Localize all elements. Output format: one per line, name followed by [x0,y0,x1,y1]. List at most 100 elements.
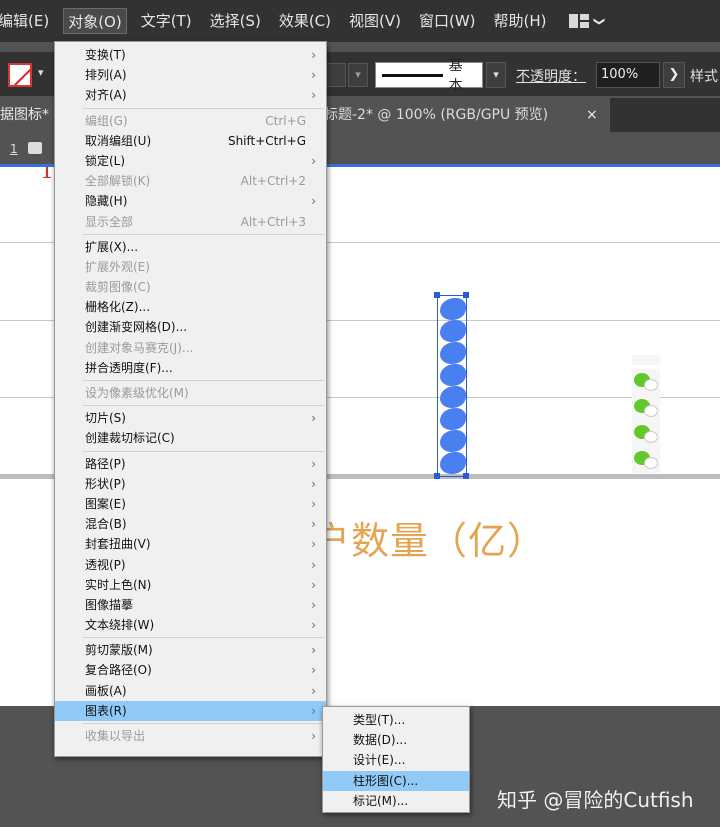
column-design-blob [440,342,466,364]
selection-handle[interactable] [463,473,469,479]
chevron-right-icon: › [311,517,316,532]
menu-item-label: 扩展外观(E) [85,259,150,274]
column-design-blob [440,408,466,430]
chevron-right-icon: › [311,496,316,511]
wechat-icon [632,355,660,365]
object-menu-item[interactable]: 图案(E) › [55,494,326,514]
chevron-right-icon: › [311,537,316,552]
object-menu-item[interactable]: 画板(A) › [55,681,326,701]
menu-separator [83,233,324,235]
chevron-right-icon: › [311,557,316,572]
menu-item-label: 显示全部 [85,214,134,229]
menu-item-label: 路径(P) [85,456,126,471]
object-menu-item[interactable]: 透视(P) › [55,555,326,575]
watermark: 知乎 @冒险的Cutfish [497,788,694,812]
canvas-red-mark: 1 [40,167,54,184]
object-menu-item[interactable]: 路径(P) › [55,454,326,474]
menu-select[interactable]: 选择(S) [206,8,265,34]
chevron-right-icon: › [311,68,316,83]
object-menu-item[interactable]: 图像描摹 › [55,595,326,615]
object-menu-item[interactable]: 切片(S) › [55,408,326,428]
artboard-icon[interactable] [28,142,42,154]
chart-submenu-item[interactable]: 标记(M)... [323,791,469,811]
menu-effect[interactable]: 效果(C) [275,8,335,34]
chevron-down-icon[interactable]: ▾ [38,66,44,79]
object-menu-item[interactable]: 排列(A) › [55,65,326,85]
no-fill-swatch-icon[interactable] [8,63,32,87]
column-design-blob [440,298,466,320]
object-menu-item[interactable]: 创建渐变网格(D)... [55,317,326,337]
object-menu-item[interactable]: 图表(R) › [55,700,326,721]
object-menu-item[interactable]: 混合(B) › [55,514,326,534]
menu-item-label: 切片(S) [85,411,126,426]
menu-item-shortcut: Alt+Ctrl+3 [240,214,306,229]
wechat-icon [632,369,660,395]
wechat-icon [632,447,660,473]
object-menu-item[interactable]: 锁定(L) › [55,151,326,171]
object-menu-item[interactable]: 对齐(A) › [55,85,326,105]
object-menu-item[interactable]: 拼合透明度(F)... [55,358,326,378]
selection-handle[interactable] [434,292,440,298]
menu-type[interactable]: 文字(T) [137,8,196,34]
tab-document-2[interactable]: 标题-2* @ 100% (RGB/GPU 预览) × [320,98,610,132]
object-menu-item[interactable]: 形状(P) › [55,474,326,494]
chevron-down-icon[interactable]: ▾ [486,62,506,88]
chart-column-wechat[interactable] [632,355,660,479]
menu-item-label: 画板(A) [85,683,127,698]
opacity-label[interactable]: 不透明度： [516,66,586,86]
menu-help[interactable]: 帮助(H) [490,8,551,34]
chart-submenu-item[interactable]: 设计(E)... [323,750,469,770]
menu-view[interactable]: 视图(V) [345,8,405,34]
style-label[interactable]: 样式 [690,66,718,86]
object-menu-item[interactable]: 取消编组(U) Shift+Ctrl+G [55,131,326,151]
menu-item-label: 柱形图(C)... [353,773,419,788]
object-menu-item: 设为像素级优化(M) [55,383,326,403]
chevron-right-icon: › [311,194,316,209]
artboard-number[interactable]: 1 [10,142,18,156]
object-menu-item[interactable]: 隐藏(H) › [55,191,326,211]
menu-item-label: 类型(T)... [353,713,406,727]
object-menu-item: 显示全部 Alt+Ctrl+3 [55,212,326,232]
menu-edit[interactable]: 编辑(E) [0,8,53,34]
workspace-switcher[interactable]: ❯ [568,14,606,28]
tab-document-1[interactable]: 据图标* [0,98,60,132]
menu-window[interactable]: 窗口(W) [415,8,480,34]
chevron-right-icon: › [311,577,316,592]
chart-column-selected[interactable] [437,295,467,477]
object-menu-item[interactable]: 变换(T) › [55,45,326,65]
selection-handle[interactable] [434,473,440,479]
chevron-right-icon[interactable]: ❯ [663,62,685,88]
tab-label: 标题-2* @ 100% (RGB/GPU 预览) [324,107,549,123]
menu-item-label: 拼合透明度(F)... [85,360,173,375]
stroke-weight-field[interactable] [326,63,346,87]
menu-item-label: 排列(A) [85,68,127,83]
object-menu-item[interactable]: 创建裁切标记(C) [55,428,326,448]
chevron-right-icon: › [311,618,316,633]
chart-submenu-item[interactable]: 数据(D)... [323,730,469,750]
opacity-input[interactable]: 100% [596,62,660,88]
menu-item-label: 栅格化(Z)... [85,300,151,315]
selection-handle[interactable] [463,292,469,298]
menu-item-label: 编组(G) [85,113,128,128]
object-menu-item[interactable]: 文本绕排(W) › [55,615,326,635]
menu-item-label: 文本绕排(W) [85,618,155,633]
column-design-blob [440,364,466,386]
menu-item-label: 设为像素级优化(M) [85,386,189,400]
chart-submenu-item[interactable]: 类型(T)... [323,710,469,730]
menu-object[interactable]: 对象(O) [63,8,127,34]
stroke-profile-select[interactable]: 基本 [375,58,483,94]
object-menu-item[interactable]: 封套扭曲(V) › [55,534,326,554]
wechat-icon [632,421,660,447]
close-icon[interactable]: × [586,98,598,132]
object-menu-item[interactable]: 剪切蒙版(M) › [55,640,326,660]
menu-separator [83,380,324,381]
object-menu-item[interactable]: 扩展(X)... [55,237,326,257]
chart-title: 户数量（亿） [312,519,547,563]
stroke-profile-label: 基本 [448,58,463,94]
object-menu-item[interactable]: 复合路径(O) › [55,660,326,680]
chevron-down-icon[interactable]: ▾ [348,63,368,87]
object-menu-item[interactable]: 栅格化(Z)... [55,297,326,317]
object-menu-item[interactable]: 实时上色(N) › [55,575,326,595]
chevron-down-icon: ❯ [592,16,606,26]
chart-submenu-item[interactable]: 柱形图(C)... [323,770,469,791]
